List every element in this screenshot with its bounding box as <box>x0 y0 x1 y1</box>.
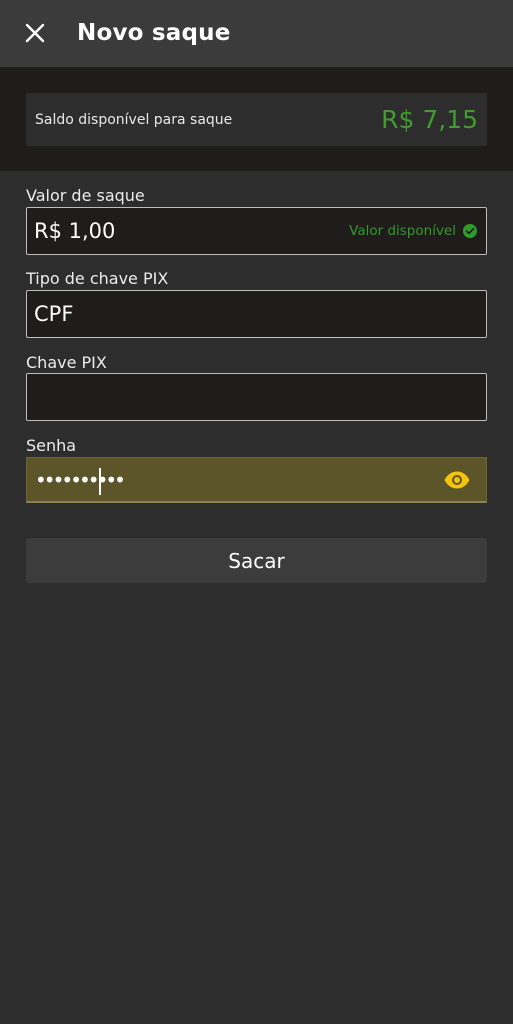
password-input[interactable]: •••••••••• <box>26 457 487 503</box>
pix-key-type-select[interactable]: CPF <box>26 290 487 338</box>
eye-icon[interactable] <box>443 470 471 490</box>
amount-label: Valor de saque <box>26 186 145 205</box>
balance-label: Saldo disponível para saque <box>35 112 233 128</box>
amount-status-text: Valor disponível <box>349 223 456 239</box>
pix-key-input[interactable] <box>26 373 487 421</box>
close-button[interactable] <box>22 20 48 46</box>
amount-status: Valor disponível <box>349 222 477 240</box>
pix-key-type-label: Tipo de chave PIX <box>26 269 169 288</box>
amount-value: R$ 1,00 <box>34 219 116 243</box>
password-value: •••••••••• <box>35 468 126 492</box>
check-circle-icon <box>463 224 477 238</box>
submit-button[interactable]: Sacar <box>26 538 487 583</box>
balance-section: Saldo disponível para saque R$ 7,15 <box>0 67 513 171</box>
balance-card: Saldo disponível para saque R$ 7,15 <box>26 93 487 146</box>
app-header: Novo saque <box>0 0 513 67</box>
pix-key-label: Chave PIX <box>26 353 107 372</box>
amount-input[interactable]: R$ 1,00 Valor disponível <box>26 207 487 255</box>
password-label: Senha <box>26 436 77 455</box>
balance-value: R$ 7,15 <box>381 105 478 134</box>
pix-key-type-value: CPF <box>34 302 74 326</box>
text-caret <box>99 468 101 495</box>
page-title: Novo saque <box>77 20 231 46</box>
close-icon <box>25 23 45 43</box>
